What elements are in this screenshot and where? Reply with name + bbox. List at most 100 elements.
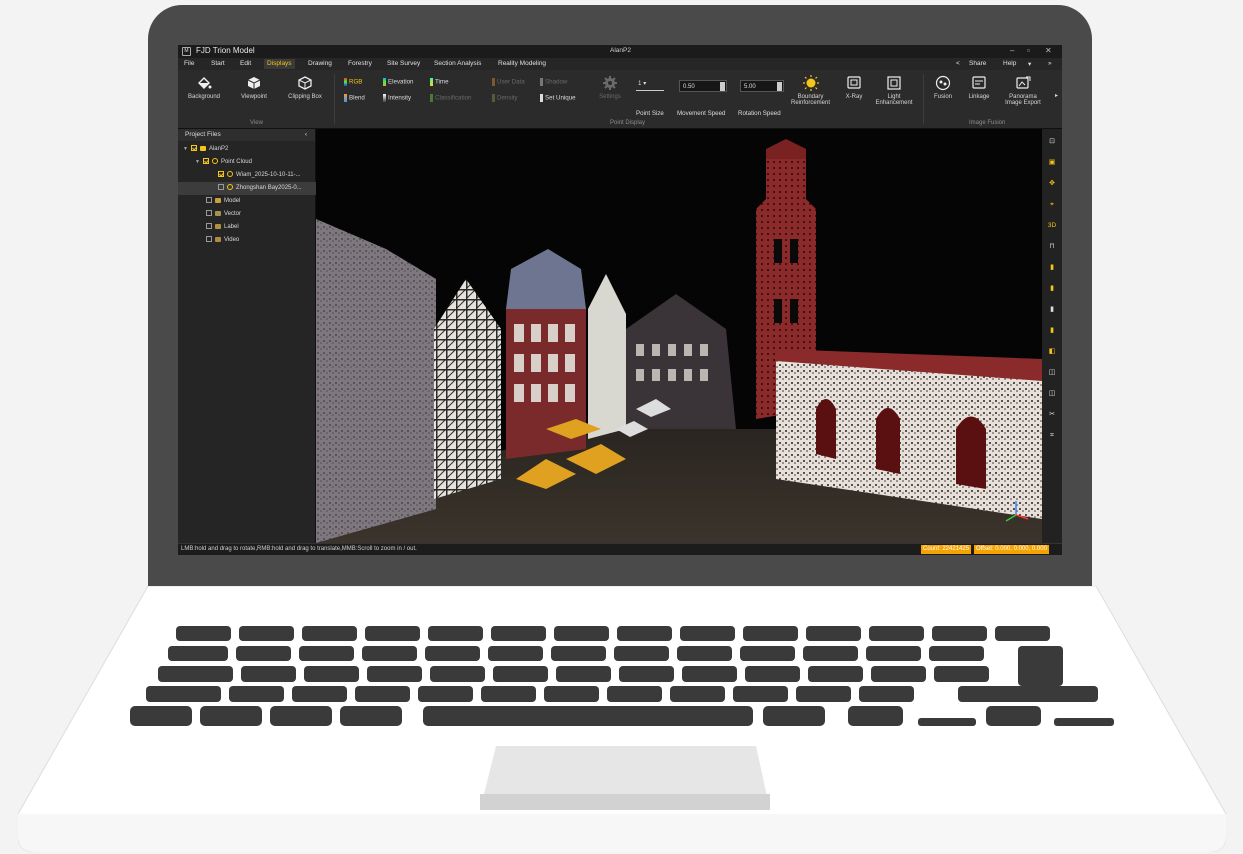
vector-checkbox[interactable]: [206, 210, 212, 217]
ribbon-scroll-right-icon[interactable]: ▸: [1055, 92, 1058, 99]
tree-root-label: AlanP2: [208, 146, 229, 152]
menu-forestry[interactable]: Forestry: [348, 60, 372, 67]
blend-button[interactable]: Blend: [344, 94, 365, 102]
ribbon-toolbar: Background Viewpoint Clipping Box View R…: [178, 70, 1062, 129]
tree-point-cloud-label: Point Cloud: [220, 159, 252, 165]
panorama-export-icon: [1016, 76, 1031, 89]
density-label: Density: [497, 94, 518, 102]
help-menu[interactable]: Help: [1003, 60, 1016, 67]
settings-button[interactable]: Settings: [595, 75, 625, 100]
collapse-panel-icon[interactable]: ‹: [305, 129, 307, 141]
expand-arrow-icon[interactable]: ▼: [195, 156, 200, 169]
3d-view-toggle[interactable]: 3D: [1047, 221, 1057, 231]
expand-arrow-icon[interactable]: ▼: [183, 143, 188, 156]
app-logo-icon: M: [182, 47, 191, 56]
menu-edit[interactable]: Edit: [240, 60, 251, 67]
menu-drawing[interactable]: Drawing: [308, 60, 332, 67]
point-size-value: 1: [638, 80, 642, 87]
video-checkbox[interactable]: [206, 236, 212, 243]
set-unique-button[interactable]: Set Unique: [540, 94, 576, 102]
tree-file1-label: Wiam_2025-10-10-11-...: [236, 172, 301, 178]
viewpoint-label: Viewpoint: [241, 94, 267, 100]
coordinate-icon[interactable]: ⌖: [1047, 200, 1057, 210]
xray-button[interactable]: X-Ray: [842, 75, 866, 100]
box-select-icon[interactable]: ▣: [1047, 158, 1057, 168]
boundary-reinforcement-button[interactable]: Boundary Reinforcement: [788, 75, 833, 106]
point-cloud-scene: [316, 129, 1042, 543]
clipping-box-icon: [298, 76, 312, 90]
tools-icon[interactable]: ✂: [1047, 410, 1057, 420]
panorama-export-button[interactable]: Panorama Image Export: [1001, 75, 1045, 106]
light-label-2: Enhancement: [875, 100, 913, 106]
menu-file[interactable]: File: [184, 60, 194, 67]
model-checkbox[interactable]: [206, 197, 212, 204]
tree-item-root[interactable]: ▼ AlanP2: [178, 143, 320, 156]
file-checkbox[interactable]: [218, 184, 224, 191]
elevation-button[interactable]: Elevation: [383, 78, 413, 86]
classification-icon: [430, 94, 433, 102]
gear-icon: [603, 76, 617, 90]
menu-reality-modeling[interactable]: Reality Modeling: [498, 60, 546, 67]
fit-view-icon[interactable]: ⊡: [1047, 137, 1057, 147]
app-window: M FJD Trion Model AlanP2 – ▫ ✕ File Star…: [178, 45, 1062, 555]
spinner-arrows-icon[interactable]: [720, 82, 725, 91]
unlock-icon[interactable]: ⊓: [1047, 242, 1057, 252]
orbit-icon[interactable]: ✥: [1047, 179, 1057, 189]
point-cloud-checkbox[interactable]: [202, 158, 209, 165]
intensity-button[interactable]: Intensity: [383, 94, 411, 102]
light-enhancement-button[interactable]: Light Enhancement: [872, 75, 916, 106]
time-icon: [430, 78, 433, 86]
share-button[interactable]: Share: [969, 60, 986, 67]
root-checkbox[interactable]: [190, 145, 197, 152]
chevron-down-icon[interactable]: ▾: [1028, 60, 1031, 68]
file-checkbox[interactable]: [218, 171, 224, 178]
model-icon: [215, 197, 221, 203]
close-icon[interactable]: ✕: [1045, 46, 1052, 55]
rgb-button[interactable]: RGB: [344, 78, 362, 86]
fusion-label: Fusion: [933, 94, 952, 100]
cube-outline-icon[interactable]: ◫: [1047, 368, 1057, 378]
shadow-button[interactable]: Shadow: [540, 78, 567, 86]
label-icon: [215, 223, 221, 229]
classification-label: Classification: [435, 94, 472, 102]
point-size-select[interactable]: 1 ▾: [638, 80, 646, 87]
rotation-speed-input[interactable]: 5.00: [740, 80, 784, 92]
menu-start[interactable]: Start: [211, 60, 225, 67]
background-button[interactable]: Background: [186, 75, 222, 100]
blend-mode-icon[interactable]: ▮: [1047, 284, 1057, 294]
tree-model-label: Model: [224, 198, 241, 204]
menu-section-analysis[interactable]: Section Analysis: [434, 60, 481, 67]
linkage-button[interactable]: Linkage: [965, 75, 993, 100]
viewpoint-button[interactable]: Viewpoint: [236, 75, 272, 100]
label-checkbox[interactable]: [206, 223, 212, 230]
point-cloud-viewport[interactable]: [316, 129, 1042, 543]
tree-video-label: Video: [224, 237, 240, 243]
fusion-button[interactable]: Fusion: [931, 75, 955, 100]
time-mode-icon[interactable]: ▮: [1047, 326, 1057, 336]
density-button[interactable]: Density: [492, 94, 518, 102]
document-title: AlanP2: [610, 47, 631, 54]
app-title: FJD Trion Model: [196, 46, 255, 55]
menu-site-survey[interactable]: Site Survey: [387, 60, 420, 67]
movement-speed-input[interactable]: 0.50: [679, 80, 727, 92]
intensity-mode-icon[interactable]: ▮: [1047, 305, 1057, 315]
share-icon[interactable]: <: [956, 60, 960, 67]
minimize-icon[interactable]: –: [1010, 46, 1014, 55]
tree-item-point-cloud[interactable]: ▼ Point Cloud: [178, 156, 332, 169]
laptop-base: [18, 586, 1226, 852]
rgb-mode-icon[interactable]: ▮: [1047, 263, 1057, 273]
rgb-icon: [344, 78, 347, 86]
collapse-ribbon-icon[interactable]: »: [1048, 60, 1052, 67]
time-button[interactable]: Time: [430, 78, 449, 86]
cube-solid-icon[interactable]: ◧: [1047, 347, 1057, 357]
crop-icon[interactable]: ⌗: [1047, 431, 1057, 441]
menu-displays[interactable]: Displays: [264, 59, 295, 69]
clipping-box-button[interactable]: Clipping Box: [285, 75, 325, 100]
spinner-arrows-icon[interactable]: [777, 82, 782, 91]
restore-icon[interactable]: ▫: [1027, 46, 1030, 55]
classification-button[interactable]: Classification: [430, 94, 471, 102]
user-data-button[interactable]: User Data: [492, 78, 525, 86]
intensity-label: Intensity: [388, 94, 412, 102]
time-label: Time: [435, 78, 449, 86]
cube-wire-icon[interactable]: ◫: [1047, 389, 1057, 399]
